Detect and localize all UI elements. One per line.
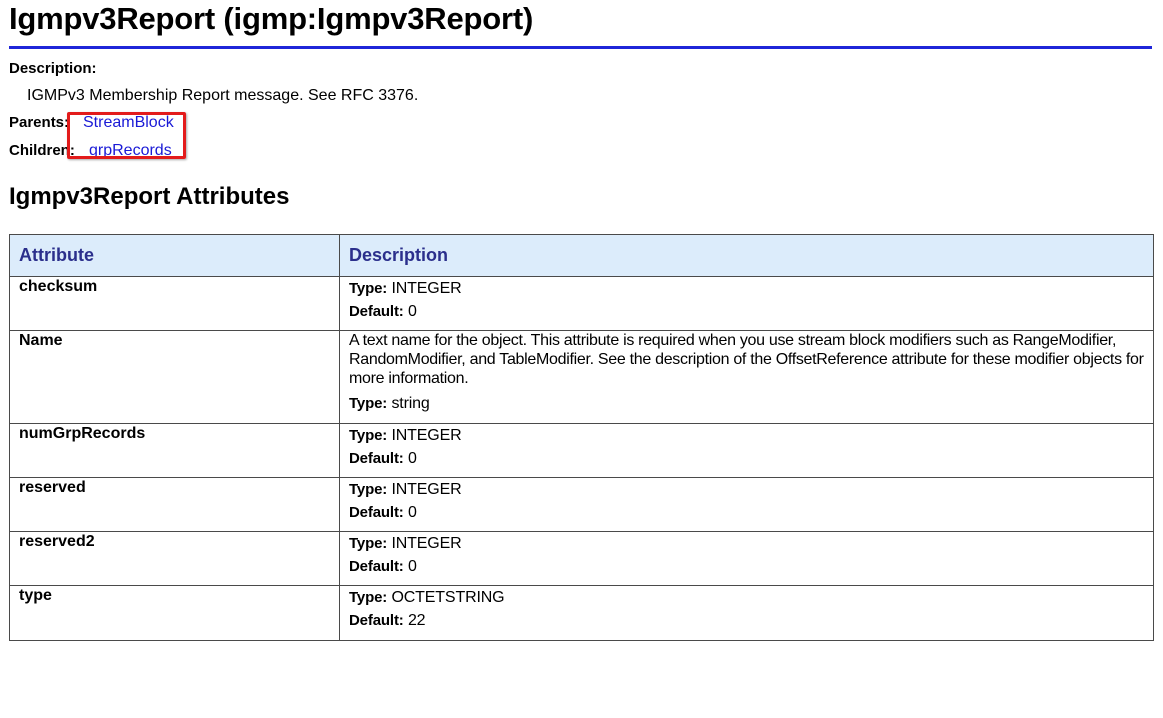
default-label: Default: (349, 612, 404, 629)
attribute-description: Type: INTEGER Default: 0 (339, 423, 1154, 478)
default-label: Default: (349, 450, 404, 467)
attribute-name: reserved (9, 477, 340, 532)
type-value: string (391, 395, 430, 412)
column-header-attribute: Attribute (9, 234, 340, 277)
parents-row: Parents: StreamBlock (9, 113, 1153, 132)
attribute-description: Type: INTEGER Default: 0 (339, 276, 1154, 331)
children-label: Children: (9, 142, 75, 159)
table-header-row: Attribute Description (9, 234, 1154, 277)
attribute-name: checksum (9, 276, 340, 331)
table-row: reserved Type: INTEGER Default: 0 (9, 477, 1154, 532)
attribute-description: Type: INTEGER Default: 0 (339, 477, 1154, 532)
default-value: 22 (407, 612, 426, 629)
attributes-table: Attribute Description checksum Type: INT… (9, 234, 1154, 641)
page-title: Igmpv3Report (igmp:Igmpv3Report) (9, 1, 534, 36)
default-value: 0 (407, 450, 417, 467)
type-value: INTEGER (391, 481, 462, 498)
attribute-name: Name (9, 330, 340, 424)
table-row: reserved2 Type: INTEGER Default: 0 (9, 531, 1154, 586)
type-label: Type: (349, 535, 388, 552)
type-label: Type: (349, 427, 388, 444)
type-value: INTEGER (391, 427, 462, 444)
title-rule (9, 46, 1152, 49)
parents-label: Parents: (9, 114, 70, 131)
type-value: INTEGER (391, 280, 462, 297)
default-value: 0 (407, 558, 417, 575)
default-label: Default: (349, 303, 404, 320)
parent-link-streamblock[interactable]: StreamBlock (83, 113, 174, 132)
table-row: checksum Type: INTEGER Default: 0 (9, 276, 1154, 331)
attribute-name: type (9, 585, 340, 641)
attribute-name: reserved2 (9, 531, 340, 586)
type-label: Type: (349, 481, 388, 498)
type-label: Type: (349, 280, 388, 297)
attributes-section-title: Igmpv3Report Attributes (9, 183, 290, 210)
type-value: OCTETSTRING (391, 589, 505, 606)
document-page: Igmpv3Report (igmp:Igmpv3Report) Descrip… (9, 0, 1154, 641)
default-value: 0 (407, 303, 417, 320)
attribute-description: Type: INTEGER Default: 0 (339, 531, 1154, 586)
description-text: IGMPv3 Membership Report message. See RF… (27, 87, 419, 104)
attribute-description-text: A text name for the object. This attribu… (349, 332, 1144, 387)
children-row: Children: grpRecords (9, 141, 1153, 160)
table-row: Name A text name for the object. This at… (9, 330, 1154, 424)
table-row: numGrpRecords Type: INTEGER Default: 0 (9, 423, 1154, 478)
description-label: Description: (9, 60, 97, 77)
attribute-description: A text name for the object. This attribu… (339, 330, 1154, 424)
column-header-description: Description (339, 234, 1154, 277)
default-value: 0 (407, 504, 417, 521)
default-label: Default: (349, 504, 404, 521)
attribute-name: numGrpRecords (9, 423, 340, 478)
attribute-description: Type: OCTETSTRING Default: 22 (339, 585, 1154, 641)
table-row: type Type: OCTETSTRING Default: 22 (9, 585, 1154, 641)
type-value: INTEGER (391, 535, 462, 552)
default-label: Default: (349, 558, 404, 575)
type-label: Type: (349, 395, 388, 412)
type-label: Type: (349, 589, 388, 606)
child-link-grprecords[interactable]: grpRecords (89, 141, 172, 160)
